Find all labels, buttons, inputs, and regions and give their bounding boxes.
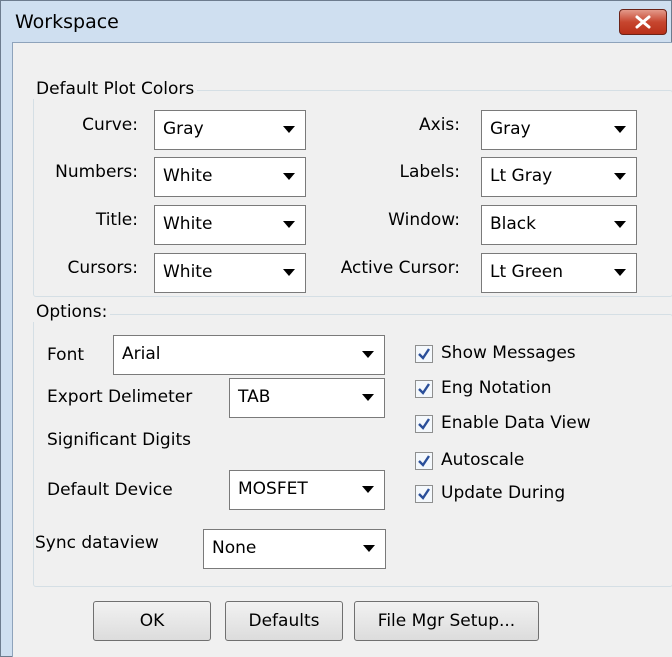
window-title: Workspace bbox=[15, 11, 119, 33]
title-color-label: Title: bbox=[95, 210, 138, 230]
chevron-down-icon bbox=[283, 173, 295, 180]
chevron-down-icon bbox=[614, 269, 626, 276]
chevron-down-icon bbox=[614, 126, 626, 133]
eng-notation-checkbox[interactable] bbox=[415, 380, 433, 398]
chevron-down-icon bbox=[283, 269, 295, 276]
checkmark-icon bbox=[418, 383, 430, 395]
chevron-down-icon bbox=[283, 126, 295, 133]
font-label: Font bbox=[47, 345, 85, 365]
labels-value: Lt Gray bbox=[490, 166, 553, 186]
checkmark-icon bbox=[418, 488, 430, 500]
axis-value: Gray bbox=[490, 119, 531, 139]
update-during-checkbox[interactable] bbox=[415, 485, 433, 503]
chevron-down-icon bbox=[363, 545, 375, 552]
checkmark-icon bbox=[418, 418, 430, 430]
active-cursor-select[interactable]: Lt Green bbox=[481, 253, 637, 293]
title-color-select[interactable]: White bbox=[154, 205, 306, 245]
window-color-select[interactable]: Black bbox=[481, 205, 637, 245]
chevron-down-icon bbox=[614, 173, 626, 180]
default-device-select[interactable]: MOSFET bbox=[229, 470, 385, 510]
default-device-value: MOSFET bbox=[238, 479, 308, 499]
numbers-label: Numbers: bbox=[55, 162, 138, 182]
close-icon bbox=[635, 15, 651, 29]
show-messages-checkbox[interactable] bbox=[415, 345, 433, 363]
options-legend: Options: bbox=[33, 302, 111, 322]
export-delimeter-label: Export Delimeter bbox=[47, 387, 193, 407]
show-messages-label[interactable]: Show Messages bbox=[441, 343, 576, 363]
enable-data-view-checkbox[interactable] bbox=[415, 415, 433, 433]
active-cursor-label: Active Cursor: bbox=[340, 258, 460, 278]
labels-label: Labels: bbox=[399, 162, 460, 182]
autoscale-label[interactable]: Autoscale bbox=[441, 450, 524, 470]
sync-dataview-label: Sync dataview bbox=[35, 533, 159, 553]
update-during-label[interactable]: Update During bbox=[441, 483, 565, 503]
checkmark-icon bbox=[418, 455, 430, 467]
cursors-label: Cursors: bbox=[67, 258, 138, 278]
chevron-down-icon bbox=[362, 394, 374, 401]
title-color-value: White bbox=[163, 214, 213, 234]
plot-colors-legend: Default Plot Colors bbox=[33, 79, 198, 99]
sync-dataview-select[interactable]: None bbox=[203, 529, 386, 569]
file-mgr-setup-button[interactable]: File Mgr Setup... bbox=[354, 601, 539, 641]
ok-button[interactable]: OK bbox=[93, 601, 211, 641]
title-bar[interactable]: Workspace bbox=[1, 1, 671, 43]
curve-label: Curve: bbox=[82, 115, 138, 135]
significant-digits-label: Significant Digits bbox=[47, 430, 191, 450]
autoscale-checkbox[interactable] bbox=[415, 452, 433, 470]
checkmark-icon bbox=[418, 348, 430, 360]
window-color-label: Window: bbox=[388, 210, 460, 230]
axis-label: Axis: bbox=[419, 115, 460, 135]
dialog-client-area: Default Plot Colors Curve: Gray Axis: Gr… bbox=[12, 42, 672, 657]
numbers-select[interactable]: White bbox=[154, 157, 306, 197]
font-select[interactable]: Arial bbox=[113, 335, 385, 375]
close-button[interactable] bbox=[619, 9, 667, 35]
eng-notation-label[interactable]: Eng Notation bbox=[441, 378, 551, 398]
window-color-value: Black bbox=[490, 214, 536, 234]
active-cursor-value: Lt Green bbox=[490, 262, 564, 282]
labels-select[interactable]: Lt Gray bbox=[481, 157, 637, 197]
chevron-down-icon bbox=[362, 351, 374, 358]
sync-dataview-value: None bbox=[212, 538, 257, 558]
chevron-down-icon bbox=[362, 486, 374, 493]
chevron-down-icon bbox=[614, 221, 626, 228]
font-value: Arial bbox=[122, 344, 161, 364]
curve-value: Gray bbox=[163, 119, 204, 139]
default-device-label: Default Device bbox=[47, 480, 173, 500]
enable-data-view-label[interactable]: Enable Data View bbox=[441, 413, 591, 433]
export-delimeter-select[interactable]: TAB bbox=[229, 378, 385, 418]
numbers-value: White bbox=[163, 166, 213, 186]
curve-select[interactable]: Gray bbox=[154, 110, 306, 150]
cursors-value: White bbox=[163, 262, 213, 282]
export-delimeter-value: TAB bbox=[238, 387, 271, 407]
chevron-down-icon bbox=[283, 221, 295, 228]
cursors-select[interactable]: White bbox=[154, 253, 306, 293]
axis-select[interactable]: Gray bbox=[481, 110, 637, 150]
defaults-button[interactable]: Defaults bbox=[225, 601, 343, 641]
